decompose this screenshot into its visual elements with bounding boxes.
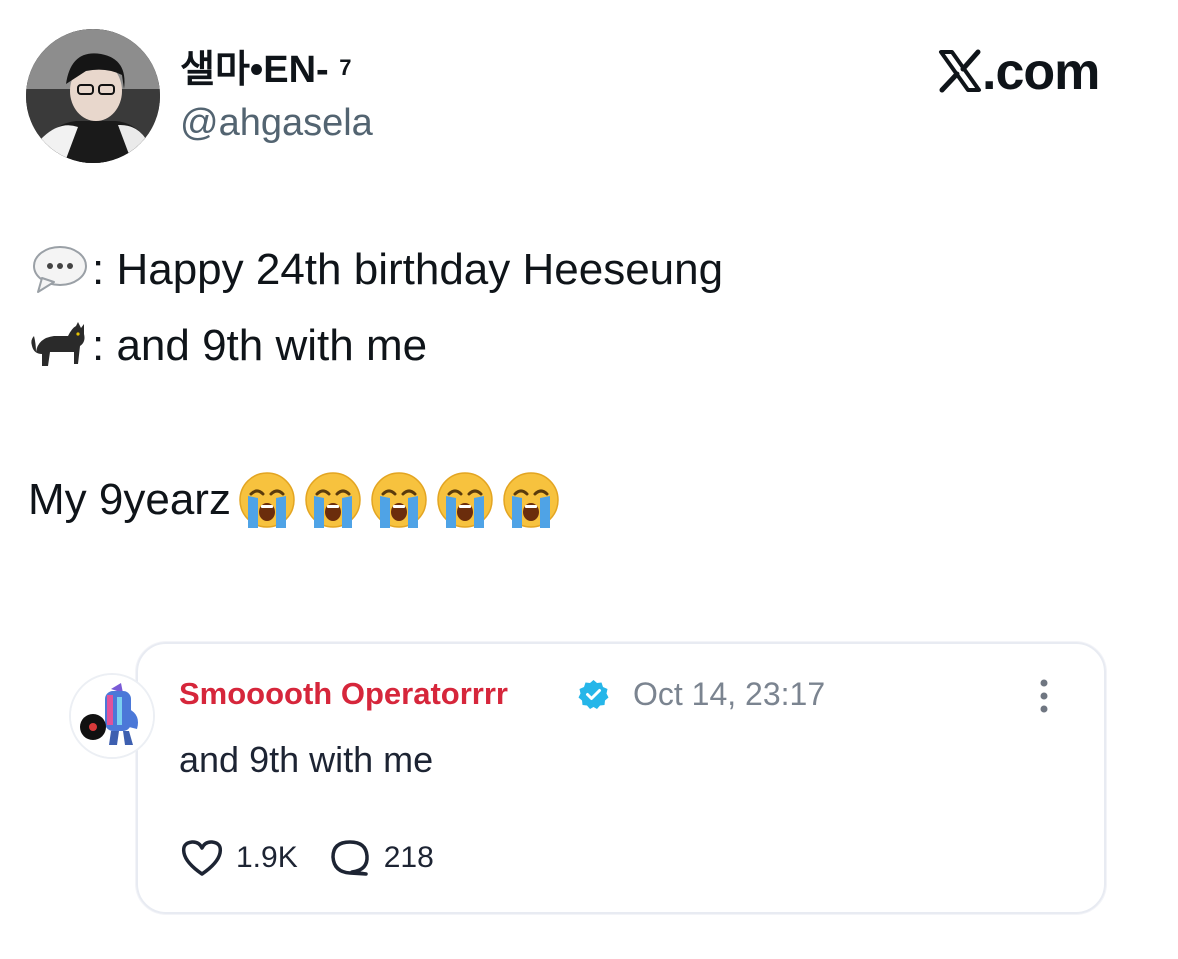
reply-count: 218 [383,841,434,874]
quoted-post-text: and 9th with me [179,739,434,780]
loudly-crying-face-icon [435,470,495,530]
display-name-superscript: 7 [339,55,352,80]
tweet-line-3-text: My 9yearz [28,475,231,524]
loudly-crying-face-icon [303,470,363,530]
tweet-line-2-text: : and 9th with me [92,321,428,370]
verified-badge-icon [578,679,609,710]
cartoon-avatar-icon[interactable] [69,673,155,759]
tweet-line-3: My 9yearz [28,470,561,530]
tweet-line-1: : Happy 24th birthday Heeseung [28,242,723,298]
loudly-crying-face-icon [369,470,429,530]
reply-bubble-icon [328,838,372,878]
like-button[interactable]: 1.9K [180,838,298,878]
author-avatar[interactable] [26,29,160,163]
author-handle[interactable]: @ahgasela [180,101,373,145]
x-logo-icon [938,46,982,106]
xcom-text: .com [982,43,1100,101]
heart-icon [180,838,224,878]
tweet-line-2: : and 9th with me [28,318,427,374]
speech-bubble-icon [28,242,90,298]
black-cat-icon [28,318,90,374]
loudly-crying-face-icon [501,470,561,530]
xcom-watermark: .com [938,42,1100,106]
quoted-timestamp[interactable]: Oct 14, 23:17 [633,674,825,714]
quoted-author-name[interactable]: Smooooth Operatorrrr [179,674,508,714]
author-display-name[interactable]: 샐마•EN- 7 [180,48,351,92]
display-name-text: 샐마•EN- [180,49,329,91]
more-options-icon[interactable] [1034,678,1054,714]
tweet-line-1-text: : Happy 24th birthday Heeseung [92,245,724,294]
loudly-crying-face-icon [237,470,297,530]
quoted-post-stats: 1.9K 218 [180,836,434,880]
reply-button[interactable]: 218 [328,838,434,878]
like-count: 1.9K [236,841,298,874]
